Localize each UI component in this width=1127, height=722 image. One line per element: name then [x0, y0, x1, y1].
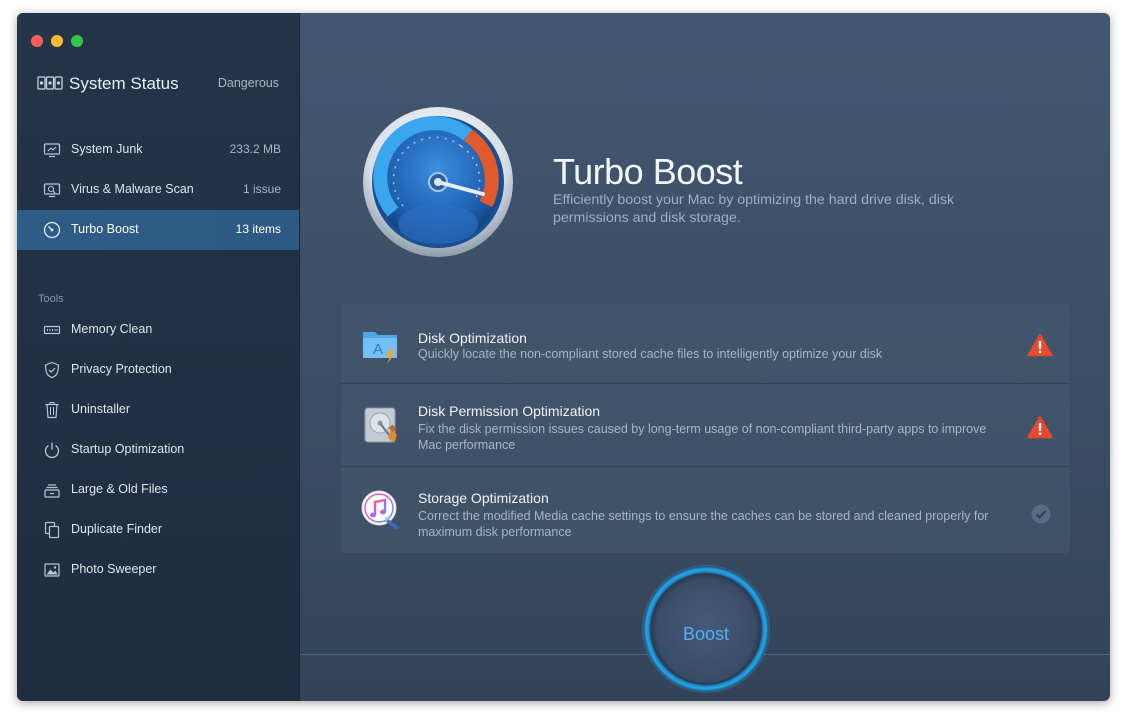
sidebar-item-privacy-protection[interactable]: Privacy Protection [17, 350, 299, 390]
sidebar-item-large-old-files[interactable]: Large & Old Files [17, 470, 299, 510]
optimization-title: Storage Optimization [418, 490, 549, 506]
warning-icon [1027, 333, 1053, 362]
sidebar: System Status Dangerous System Junk 233.… [17, 13, 300, 701]
page-title: Turbo Boost [553, 151, 743, 192]
page-description: Efficiently boost your Mac by optimizing… [553, 192, 955, 226]
power-icon [43, 441, 61, 459]
minimize-window-button[interactable] [51, 35, 63, 47]
magnifier-icon [43, 181, 61, 199]
app-window: System Status Dangerous System Junk 233.… [17, 13, 1110, 701]
zoom-window-button[interactable] [71, 35, 83, 47]
sidebar-item-label: Virus & Malware Scan [71, 182, 194, 196]
sidebar-item-label: Privacy Protection [71, 362, 172, 376]
tools-section-label: Tools [38, 293, 64, 305]
optimization-title: Disk Permission Optimization [418, 403, 601, 419]
optimization-description: Correct the modified Media cache setting… [418, 509, 989, 539]
sidebar-item-startup-optimization[interactable]: Startup Optimization [17, 430, 299, 470]
trash-icon [43, 401, 61, 419]
sidebar-item-value: 13 items [235, 222, 281, 236]
sidebar-item-label: Turbo Boost [71, 222, 139, 236]
speedometer-icon [362, 106, 514, 263]
photo-icon [43, 561, 61, 579]
duplicate-icon [43, 521, 61, 539]
warning-icon [1027, 415, 1053, 444]
sidebar-item-photo-sweeper[interactable]: Photo Sweeper [17, 550, 299, 590]
sidebar-item-value: 1 issue [242, 182, 281, 196]
optimization-description: Quickly locate the non-compliant stored … [418, 347, 883, 361]
system-status-title: System Status [69, 74, 179, 93]
optimization-title: Disk Optimization [418, 330, 527, 346]
sidebar-item-value: 233.2 MB [229, 142, 281, 156]
sidebar-item-label: Large & Old Files [71, 482, 168, 496]
system-status-header[interactable]: System Status Dangerous [37, 73, 282, 95]
optimization-description: Fix the disk permission issues caused by… [418, 422, 987, 452]
list-item-disk-permission-optimization[interactable]: Disk Permission Optimization Fix the dis… [341, 384, 1070, 467]
list-item-storage-optimization[interactable]: Storage Optimization Correct the modifie… [341, 467, 1070, 553]
boost-button[interactable]: Boost [657, 585, 755, 683]
sidebar-item-label: Photo Sweeper [71, 562, 157, 576]
system-status-icon [37, 75, 63, 96]
sidebar-item-turbo-boost[interactable]: Turbo Boost 13 items [17, 210, 299, 250]
sidebar-item-label: Startup Optimization [71, 442, 185, 456]
list-item-disk-optimization[interactable]: A Disk Optimization Quickly locate the n… [341, 304, 1070, 384]
svg-text:A: A [373, 341, 383, 358]
memory-chip-icon [43, 321, 61, 339]
hard-drive-icon [361, 405, 403, 450]
shield-icon [43, 361, 61, 379]
sidebar-item-label: Duplicate Finder [71, 522, 163, 536]
close-window-button[interactable] [31, 35, 43, 47]
optimization-list: A Disk Optimization Quickly locate the n… [341, 304, 1070, 553]
sidebar-item-duplicate-finder[interactable]: Duplicate Finder [17, 510, 299, 550]
sidebar-item-label: Uninstaller [71, 402, 131, 416]
system-status-state: Dangerous [217, 76, 279, 90]
monitor-icon [43, 141, 61, 159]
sidebar-item-virus-malware-scan[interactable]: Virus & Malware Scan 1 issue [17, 170, 299, 210]
file-stack-icon [43, 481, 61, 499]
checkmark-icon [1031, 504, 1051, 529]
sidebar-item-uninstaller[interactable]: Uninstaller [17, 390, 299, 430]
sidebar-item-memory-clean[interactable]: Memory Clean [17, 310, 299, 350]
sidebar-item-label: System Junk [71, 142, 143, 156]
speedometer-icon [43, 221, 61, 239]
music-note-icon [361, 490, 403, 535]
boost-button-label: Boost [682, 623, 730, 644]
sidebar-item-label: Memory Clean [71, 322, 153, 336]
folder-app-icon: A [361, 326, 403, 369]
sidebar-item-system-junk[interactable]: System Junk 233.2 MB [17, 130, 299, 170]
